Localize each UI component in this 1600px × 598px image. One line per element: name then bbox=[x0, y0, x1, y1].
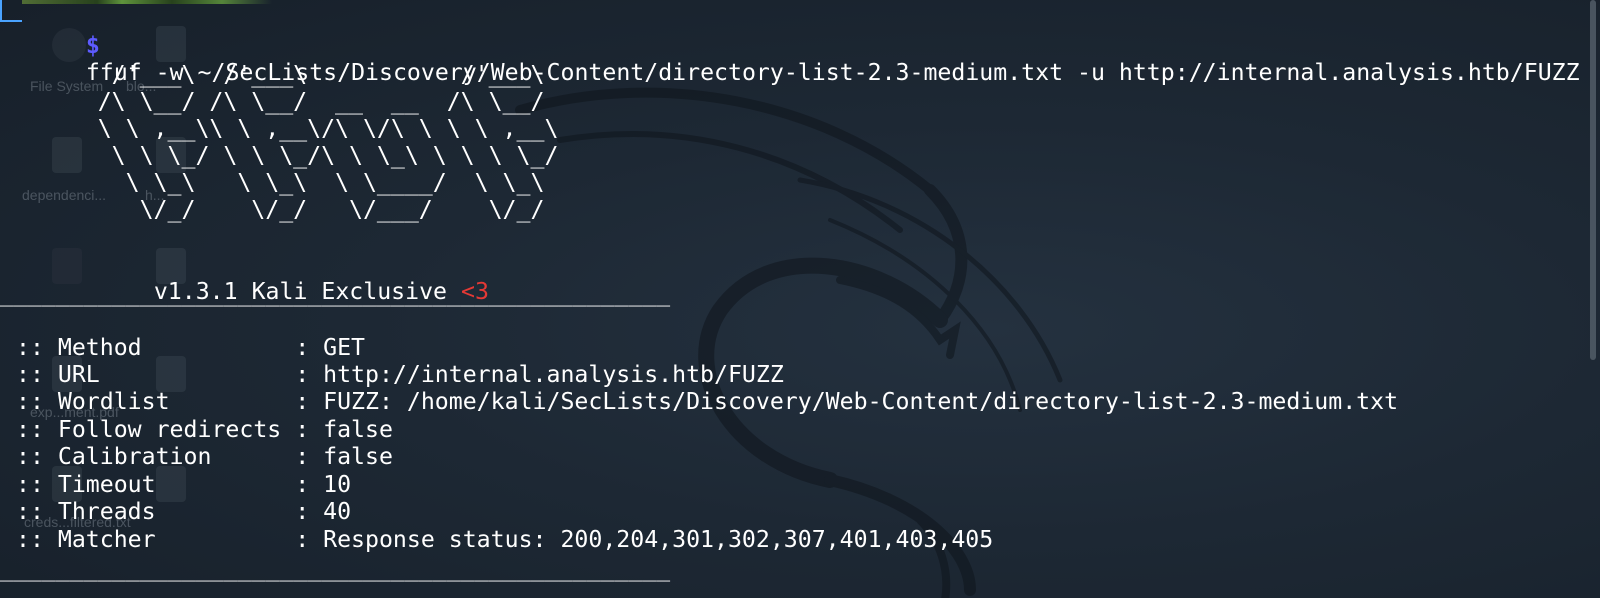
config-key: :: Wordlist bbox=[16, 388, 296, 415]
config-row-calibration: :: Calibration : false bbox=[16, 443, 393, 470]
config-key: :: Follow redirects bbox=[16, 416, 296, 443]
config-key: :: Matcher bbox=[16, 526, 296, 553]
banner-line: \ \ \_/ \ \ \_/\ \ \_\ \ \ \ \_/ bbox=[0, 142, 559, 169]
prompt-header-fragment bbox=[22, 0, 272, 4]
banner-line: \/_/ \/_/ \/___/ \/_/ bbox=[0, 196, 545, 223]
config-value: : 40 bbox=[295, 498, 352, 525]
config-value: : false bbox=[295, 443, 393, 470]
config-row-matcher: :: Matcher : Response status: 200,204,30… bbox=[16, 526, 993, 553]
config-value: : 10 bbox=[295, 471, 352, 498]
banner-line: /'___\ /'___\ /'___\ bbox=[0, 61, 545, 88]
config-row-follow-redirects: :: Follow redirects : false bbox=[16, 416, 393, 443]
banner-line: /\ \__/ /\ \__/ __ __ /\ \__/ bbox=[0, 88, 545, 115]
config-row-timeout: :: Timeout : 10 bbox=[16, 471, 351, 498]
config-key: :: Method bbox=[16, 334, 296, 361]
separator: ________________________________________… bbox=[0, 555, 671, 582]
config-row-wordlist: :: Wordlist : FUZZ: /home/kali/SecLists/… bbox=[16, 388, 1398, 415]
scrollbar[interactable] bbox=[1590, 0, 1596, 360]
config-key: :: Threads bbox=[16, 498, 296, 525]
config-value: : false bbox=[295, 416, 393, 443]
banner-line: \ \_\ \ \_\ \ \____/ \ \_\ bbox=[0, 169, 545, 196]
config-value: : GET bbox=[295, 334, 366, 361]
config-row-threads: :: Threads : 40 bbox=[16, 498, 351, 525]
config-row-method: :: Method : GET bbox=[16, 334, 365, 361]
config-value: : FUZZ: /home/kali/SecLists/Discovery/We… bbox=[295, 388, 1399, 415]
config-key: :: Calibration bbox=[16, 443, 296, 470]
terminal-window[interactable]: File System blo... dependenci... h... ex… bbox=[0, 0, 1600, 598]
config-key: :: Timeout bbox=[16, 471, 296, 498]
separator: ________________________________________… bbox=[0, 280, 671, 307]
config-value: : Response status: 200,204,301,302,307,4… bbox=[295, 526, 994, 553]
config-key: :: URL bbox=[16, 361, 296, 388]
config-value: : http://internal.analysis.htb/FUZZ bbox=[295, 361, 784, 388]
prompt-corner bbox=[0, 0, 22, 22]
banner-line: \ \ ,__\\ \ ,__\/\ \/\ \ \ \ ,__\ bbox=[0, 115, 559, 142]
config-row-url: :: URL : http://internal.analysis.htb/FU… bbox=[16, 361, 784, 388]
kali-dragon-icon bbox=[515, 87, 1063, 598]
prompt-symbol: $ bbox=[85, 32, 100, 59]
